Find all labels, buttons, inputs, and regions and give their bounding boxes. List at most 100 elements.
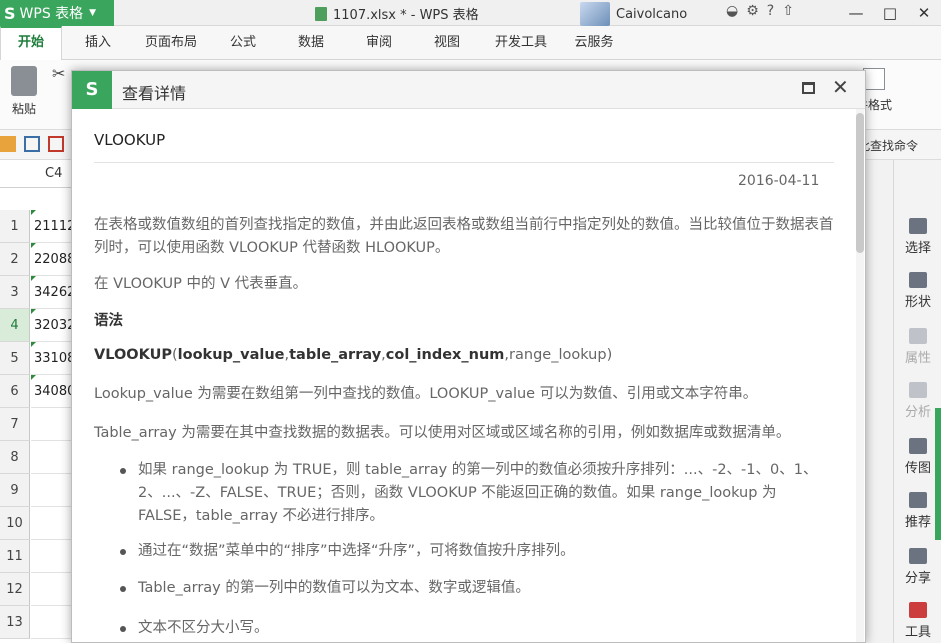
app-name: WPS 表格 <box>19 6 84 22</box>
tab-developer[interactable]: 开发工具 <box>486 26 556 60</box>
dialog-content: VLOOKUP 2016-04-11 在表格或数值数组的首列查找指定的数值，并由… <box>72 109 852 643</box>
tab-home[interactable]: 开始 <box>0 26 62 60</box>
clipboard-icon <box>11 66 37 96</box>
wps-logo-icon: S <box>4 3 16 23</box>
row-header[interactable]: 2 <box>0 243 30 276</box>
row-header[interactable]: 7 <box>0 408 30 441</box>
side-recommend-button[interactable]: 推荐 <box>894 492 941 530</box>
syntax-fn: VLOOKUP <box>94 347 172 363</box>
tab-review[interactable]: 审阅 <box>352 26 406 60</box>
dialog-scrollbar-thumb[interactable] <box>856 113 864 253</box>
spreadsheet-grid: 1 21112 2 22088 3 34262 4 32032 5 33108 … <box>0 188 81 643</box>
cut-icon[interactable]: ✂ <box>52 64 65 83</box>
analysis-icon <box>909 382 927 398</box>
paste-label: 粘贴 <box>11 102 36 116</box>
people-icon <box>909 548 927 564</box>
syntax-line: VLOOKUP(lookup_value,table_array,col_ind… <box>94 347 612 363</box>
toolbox-icon <box>909 602 927 618</box>
row-header[interactable]: 8 <box>0 441 30 474</box>
syntax-arg-table-array: table_array <box>289 347 382 363</box>
side-property-button[interactable]: 属性 <box>894 328 941 366</box>
close-icon[interactable]: ✕ <box>832 75 849 99</box>
row-header[interactable]: 6 <box>0 375 30 408</box>
list-item: 文本不区分大小写。 <box>120 617 838 640</box>
view-details-dialog: S 查看详情 ✕ VLOOKUP 2016-04-11 在表格或数值数组的首列查… <box>71 70 866 643</box>
close-icon[interactable]: ✕ <box>907 0 941 26</box>
bulb-icon <box>909 492 927 508</box>
side-share-label: 分享 <box>904 571 931 586</box>
chevron-down-icon: ▼ <box>89 8 97 18</box>
avatar <box>580 2 610 26</box>
tab-view[interactable]: 视图 <box>420 26 474 60</box>
syntax-arg-range-lookup: range_lookup <box>509 347 607 363</box>
side-upload-image-button[interactable]: 传图 <box>894 438 941 476</box>
list-item: Table_array 的第一列中的数值可以为文本、数字或逻辑值。 <box>120 577 838 600</box>
row-header[interactable]: 3 <box>0 276 30 309</box>
wps-logo-icon: S <box>72 71 112 109</box>
xlsx-file-icon <box>315 6 327 21</box>
help-icon[interactable]: ? <box>767 3 774 19</box>
function-name: VLOOKUP <box>94 131 166 149</box>
open-folder-icon[interactable] <box>0 136 16 152</box>
list-item: 通过在“数据”菜单中的“排序”中选择“升序”，可将数值按升序排列。 <box>120 540 838 563</box>
minimize-icon[interactable]: — <box>839 0 873 26</box>
dialog-title: 查看详情 <box>122 84 187 103</box>
side-shape-button[interactable]: 形状 <box>894 272 941 310</box>
print-preview-icon[interactable] <box>48 136 64 152</box>
row-header-selected[interactable]: 4 <box>0 309 30 342</box>
side-analysis-button[interactable]: 分析 <box>894 382 941 420</box>
function-description: 在表格或数值数组的首列查找指定的数值，并由此返回表格或数组当前行中指定列处的数值… <box>94 217 834 256</box>
table-format-icon <box>863 68 885 90</box>
tab-cloud[interactable]: 云服务 <box>566 26 622 60</box>
paste-button[interactable]: 粘贴 <box>4 66 44 117</box>
syntax-close: ) <box>606 347 613 363</box>
maximize-icon[interactable] <box>802 82 815 94</box>
side-analysis-label: 分析 <box>904 405 931 420</box>
task-side-panel: 选择 形状 属性 分析 传图 推荐 分享 工具 <box>893 160 941 643</box>
save-icon[interactable] <box>24 136 40 152</box>
v-meaning-note: 在 VLOOKUP 中的 V 代表垂直。 <box>94 276 308 292</box>
document-title: 1107.xlsx * - WPS 表格 <box>315 4 479 23</box>
share-icon[interactable]: ⇧ <box>782 3 794 19</box>
syntax-arg-lookup-value: lookup_value <box>177 347 285 363</box>
row-header[interactable]: 10 <box>0 507 30 540</box>
tab-insert[interactable]: 插入 <box>70 26 126 60</box>
restore-icon[interactable]: □ <box>873 0 907 26</box>
side-select-button[interactable]: 选择 <box>894 218 941 256</box>
row-header[interactable]: 5 <box>0 342 30 375</box>
side-tools-button[interactable]: 工具 <box>894 602 941 640</box>
dialog-header: S 查看详情 ✕ <box>72 71 865 109</box>
tab-data[interactable]: 数据 <box>284 26 338 60</box>
row-header[interactable]: 12 <box>0 573 30 606</box>
document-title-text: 1107.xlsx * - WPS 表格 <box>333 8 479 23</box>
title-toolbar-icons: ◒ ⚙ ? ⇧ <box>726 3 794 19</box>
select-icon <box>909 218 927 234</box>
side-recommend-label: 推荐 <box>904 515 931 530</box>
side-select-label: 选择 <box>904 241 931 256</box>
property-icon <box>909 328 927 344</box>
divider <box>94 162 834 163</box>
side-panel-toggle[interactable] <box>935 408 941 540</box>
settings-icon[interactable]: ⚙ <box>746 3 759 19</box>
shape-icon <box>909 272 927 288</box>
app-menu-button[interactable]: S WPS 表格 ▼ <box>0 0 114 26</box>
user-account[interactable]: Caivolcano <box>580 2 687 26</box>
tab-formulas[interactable]: 公式 <box>216 26 270 60</box>
search-command-hint[interactable]: 此查找命令 <box>858 137 918 154</box>
syntax-heading: 语法 <box>94 313 123 329</box>
side-shape-label: 形状 <box>904 295 931 310</box>
name-box[interactable]: C4 <box>0 160 72 188</box>
row-header[interactable]: 9 <box>0 474 30 507</box>
row-header[interactable]: 11 <box>0 540 30 573</box>
row-header[interactable]: 1 <box>0 210 30 243</box>
user-name: Caivolcano <box>616 6 688 22</box>
side-tools-label: 工具 <box>904 625 931 640</box>
image-icon <box>909 438 927 454</box>
tab-page-layout[interactable]: 页面布局 <box>134 26 208 60</box>
ribbon-tabs: 开始 插入 页面布局 公式 数据 审阅 视图 开发工具 云服务 <box>0 26 941 60</box>
title-bar: S WPS 表格 ▼ 1107.xlsx * - WPS 表格 Caivolca… <box>0 0 941 26</box>
side-upload-image-label: 传图 <box>904 461 931 476</box>
side-share-button[interactable]: 分享 <box>894 548 941 586</box>
skin-icon[interactable]: ◒ <box>726 3 738 19</box>
row-header[interactable]: 13 <box>0 606 30 639</box>
